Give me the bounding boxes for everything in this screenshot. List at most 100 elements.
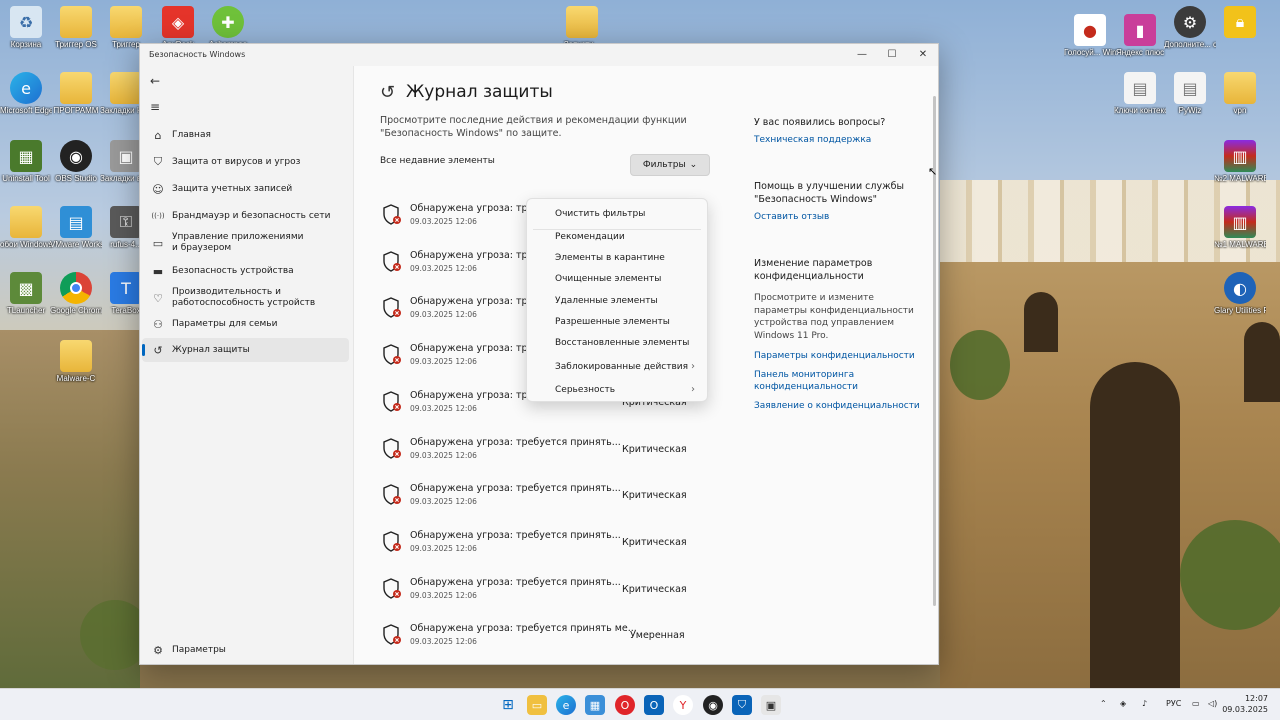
sidebar-item-family[interactable]: ⚇ Параметры для семьи: [142, 312, 349, 336]
threat-shield-icon: [383, 578, 401, 599]
maximize-button[interactable]: ☐: [878, 48, 906, 62]
vmware-icon: ▤: [60, 206, 92, 238]
privacy-dashboard-link[interactable]: Панель мониторинга конфиденциальности: [754, 369, 864, 393]
sidebar-item-virus-protection[interactable]: ⛉ Защита от вирусов и угроз: [142, 150, 349, 174]
threat-row[interactable]: Обнаружена угроза: требуется принять... 0…: [382, 574, 702, 610]
back-arrow-icon[interactable]: ←: [150, 74, 160, 88]
threat-title: Обнаружена угроза: требуется принять...: [410, 483, 621, 494]
desktop-icon-edge[interactable]: e Microsoft Edge: [0, 72, 52, 116]
mouse-cursor-icon: ↖: [928, 165, 938, 178]
sidebar-item-account-protection[interactable]: ☺ Защита учетных записей: [142, 177, 349, 201]
microphone-icon[interactable]: ♪: [1142, 699, 1147, 708]
tray-app-icon[interactable]: ◈: [1120, 699, 1126, 708]
winrar-icon: ▥: [1224, 206, 1256, 238]
desktop-icon-folder[interactable]: Триггер OS: [50, 6, 102, 50]
threat-title: Обнаружена угроза: требуется принять...: [410, 530, 621, 541]
folder-icon: [110, 6, 142, 38]
desktop-icon-folder[interactable]: обои Windows: [0, 206, 52, 250]
filter-menu: Очистить фильтры Рекомендации Элементы в…: [526, 198, 708, 402]
desktop-icon-vmware[interactable]: ▤ VMware Workstati...: [50, 206, 102, 250]
sidebar-item-app-browser[interactable]: ▭ Управление приложениями и браузером: [142, 228, 349, 258]
close-button[interactable]: ✕: [909, 48, 937, 62]
desktop-icon-obs[interactable]: ◉ OBS Studio: [50, 140, 102, 184]
home-icon: ⌂: [154, 128, 162, 142]
page-description: Просмотрите последние действия и рекомен…: [380, 115, 687, 139]
desktop-icon-folder[interactable]: vpn: [1214, 72, 1266, 116]
threat-shield-icon: [383, 484, 401, 505]
filters-button[interactable]: Фильтры ⌄: [630, 154, 710, 176]
filter-recommendations[interactable]: Рекомендации: [527, 226, 707, 247]
minimize-button[interactable]: —: [848, 48, 876, 62]
threat-date: 09.03.2025 12:06: [410, 264, 477, 273]
threat-shield-icon: [383, 391, 401, 412]
threat-row[interactable]: Обнаружена угроза: требуется принять... 0…: [382, 434, 702, 470]
filter-blocked-actions[interactable]: Заблокированные действия ›: [527, 356, 707, 377]
folder-icon: [60, 72, 92, 104]
network-icon[interactable]: ▭: [1192, 699, 1200, 708]
desktop-icon-folder[interactable]: Malware-C: [50, 340, 102, 384]
opera-icon[interactable]: O: [615, 695, 635, 715]
sidebar-item-protection-history[interactable]: ↺ Журнал защиты: [142, 338, 349, 362]
wallpaper-arch: [1244, 322, 1280, 402]
desktop-icon-recycle-bin[interactable]: ♻ Корзина: [0, 6, 52, 50]
filter-removed[interactable]: Удаленные элементы: [527, 290, 707, 311]
threat-title: Обнаружена угроза: требуется принять ме.…: [410, 623, 637, 634]
winrar-icon: ▥: [1224, 140, 1256, 172]
desktop-icon-document[interactable]: ▤ Ключи контекстной: [1114, 72, 1166, 116]
desktop-icon-chrome[interactable]: Google Chrome: [50, 272, 102, 316]
tray-chevron-up-icon[interactable]: ⌃: [1100, 699, 1107, 708]
windows-security-icon[interactable]: ⛉: [732, 695, 752, 715]
feedback-link[interactable]: Оставить отзыв: [754, 211, 929, 223]
filter-restored[interactable]: Восстановленные элементы: [527, 332, 707, 353]
file-explorer-icon[interactable]: ▭: [527, 695, 547, 715]
desktop-icon-lock[interactable]: 🔒︎: [1214, 6, 1266, 40]
privacy-settings-link[interactable]: Параметры конфиденциальности: [754, 350, 929, 362]
threat-date: 09.03.2025 12:06: [410, 544, 477, 553]
filter-cleaned[interactable]: Очищенные элементы: [527, 268, 707, 289]
yandex-icon[interactable]: Y: [673, 695, 693, 715]
desktop-icon-app[interactable]: ▮ Яндекс плюс: [1114, 14, 1166, 58]
tech-support-link[interactable]: Техническая поддержка: [754, 134, 929, 146]
desktop-icon-uninstall-tool[interactable]: ▦ Uninstall Tool: [0, 140, 52, 184]
threat-shield-icon: [383, 438, 401, 459]
history-icon: ↺: [153, 343, 163, 357]
filter-quarantined[interactable]: Элементы в карантине: [527, 247, 707, 268]
clock[interactable]: 12:07 09.03.2025: [1222, 693, 1268, 715]
desktop-icon-folder[interactable]: ПРОГРАММ: [50, 72, 102, 116]
hamburger-menu-icon[interactable]: ≡: [150, 100, 160, 114]
outlook-icon[interactable]: O: [644, 695, 664, 715]
desktop-icon-app[interactable]: ⚙ Дополните... сведени...: [1164, 6, 1216, 50]
sidebar-item-settings[interactable]: ⚙ Параметры: [142, 638, 349, 662]
volume-icon[interactable]: ◁): [1208, 699, 1217, 708]
sidebar-item-home[interactable]: ⌂ Главная: [142, 123, 349, 147]
desktop-icon-winrar[interactable]: ▥ №2 MALWARE...: [1214, 140, 1266, 184]
usb-icon: ⚿: [110, 206, 142, 238]
privacy-statement-link[interactable]: Заявление о конфиденциальности: [754, 400, 929, 412]
threat-row[interactable]: Обнаружена угроза: требуется принять ме.…: [382, 620, 702, 656]
glary-icon: ◐: [1224, 272, 1256, 304]
filter-severity[interactable]: Серьезность ›: [527, 379, 707, 400]
desktop-icon-document[interactable]: ▤ PyWiz: [1164, 72, 1216, 116]
sidebar-item-performance[interactable]: ♡ Производительность и работоспособность…: [142, 283, 349, 313]
store-icon[interactable]: ▦: [585, 695, 605, 715]
threat-date: 09.03.2025 12:06: [410, 591, 477, 600]
app-icon[interactable]: ▣: [761, 695, 781, 715]
edge-icon[interactable]: e: [556, 695, 576, 715]
desktop-icon-app[interactable]: ● Голосуй... Windows 11: [1064, 14, 1116, 58]
desktop-icon-winrar[interactable]: ▥ №1 MALWARE...: [1214, 206, 1266, 250]
uninstall-tool-icon: ▦: [10, 140, 42, 172]
threat-severity: Критическая: [622, 490, 687, 501]
threat-date: 09.03.2025 12:06: [410, 357, 477, 366]
threat-shield-icon: [383, 624, 401, 645]
filter-clear[interactable]: Очистить фильтры: [527, 203, 707, 224]
threat-row[interactable]: Обнаружена угроза: требуется принять... 0…: [382, 527, 702, 563]
sidebar-item-firewall[interactable]: ((·)) Брандмауэр и безопасность сети: [142, 204, 349, 228]
filter-allowed[interactable]: Разрешенные элементы: [527, 311, 707, 332]
language-indicator[interactable]: РУС: [1166, 699, 1181, 708]
desktop-icon-tlauncher[interactable]: ▩ TLauncher: [0, 272, 52, 316]
obs-icon[interactable]: ◉: [703, 695, 723, 715]
sidebar-item-device-security[interactable]: ▬ Безопасность устройства: [142, 259, 349, 283]
desktop-icon-glary[interactable]: ◐ Glary Utilities Portable: [1214, 272, 1266, 316]
start-icon[interactable]: ⊞: [498, 695, 518, 715]
threat-row[interactable]: Обнаружена угроза: требуется принять... 0…: [382, 480, 702, 516]
